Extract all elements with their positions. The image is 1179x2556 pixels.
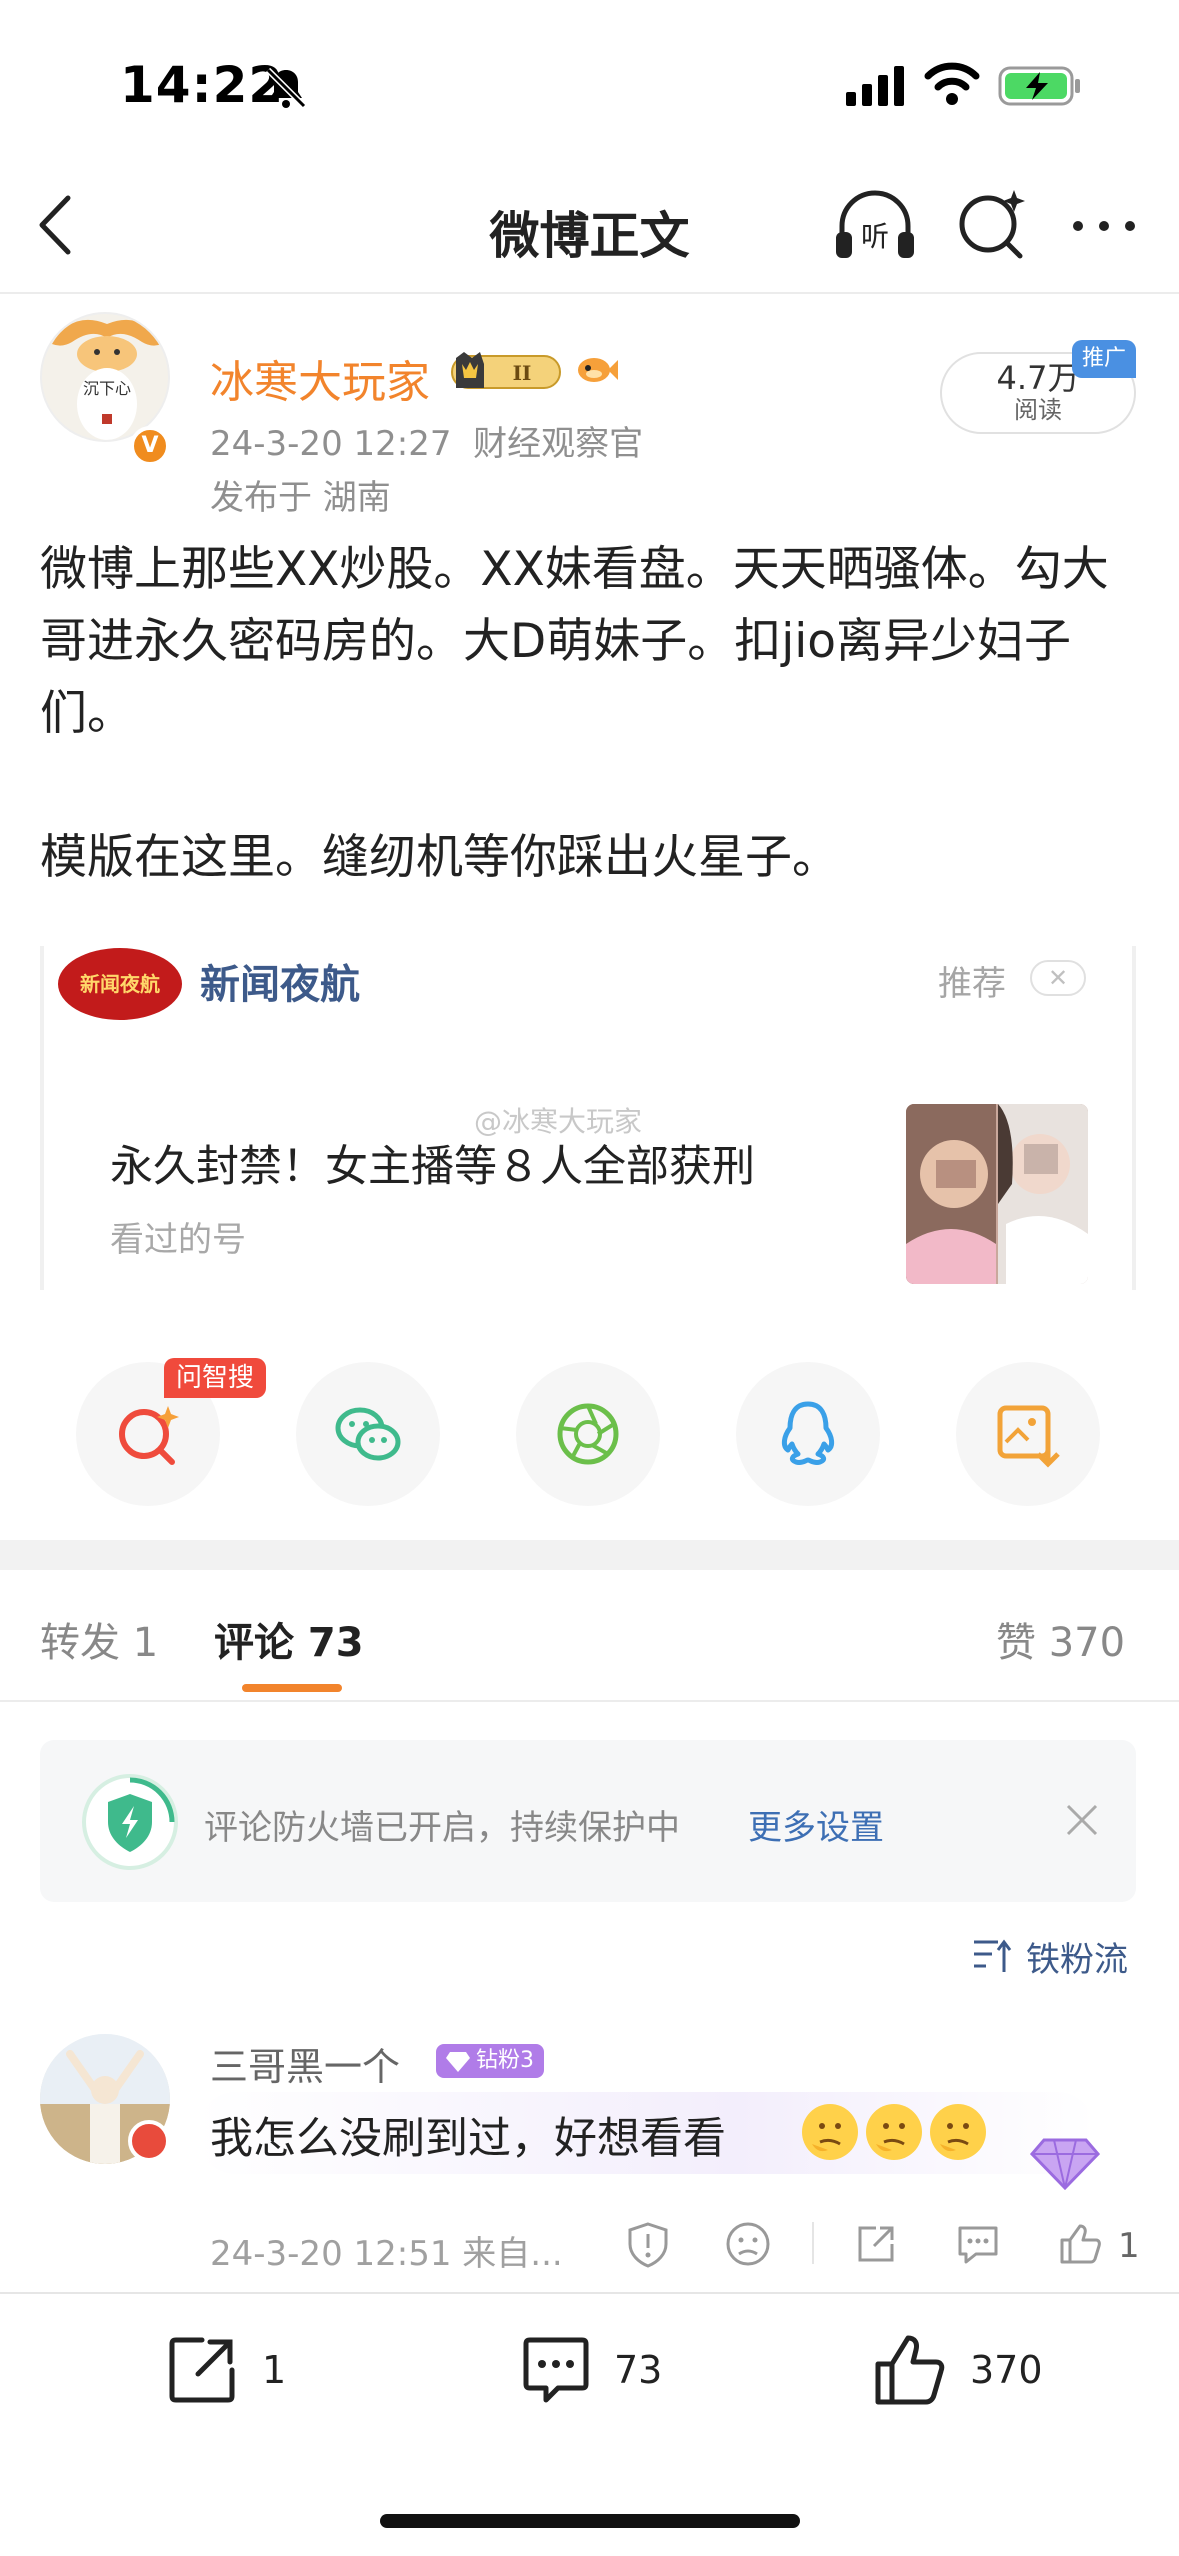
save-image-share-button[interactable] bbox=[956, 1362, 1100, 1506]
action-separator bbox=[812, 2222, 814, 2264]
section-divider bbox=[0, 1540, 1179, 1570]
fish-badge-icon bbox=[578, 358, 618, 382]
comment-count: 73 bbox=[614, 2348, 663, 2392]
comment-icon[interactable] bbox=[516, 2330, 596, 2410]
fan-badge: 钻粉3 bbox=[436, 2044, 544, 2078]
tabs-divider bbox=[0, 1700, 1179, 1702]
ask-tag: 问智搜 bbox=[164, 1358, 267, 1398]
read-label: 阅读 bbox=[1014, 396, 1062, 424]
close-icon: ✕ bbox=[1047, 964, 1069, 992]
cellular-signal-icon bbox=[846, 66, 904, 106]
reply-icon[interactable] bbox=[954, 2220, 1002, 2268]
verified-badge-icon: V bbox=[130, 426, 170, 466]
battery-charging-icon bbox=[998, 66, 1080, 106]
tab-reposts[interactable]: 转发 1 bbox=[40, 1610, 158, 1668]
shield-icon bbox=[82, 1774, 178, 1870]
recommend-label: 推荐 bbox=[938, 964, 1006, 1004]
news-logo: 新闻夜航 bbox=[58, 948, 182, 1020]
member-level-text: II bbox=[513, 361, 532, 385]
news-subtitle: 看过的号 bbox=[110, 1220, 246, 1260]
lion-avatar-icon: 沉下心 bbox=[52, 319, 162, 440]
tab-comments[interactable]: 评论 73 bbox=[214, 1610, 364, 1668]
listen-button[interactable]: 听 bbox=[832, 186, 918, 266]
commenter-name[interactable]: 三哥黑一个 bbox=[210, 2036, 400, 2091]
repost-icon[interactable] bbox=[852, 2220, 900, 2268]
post-location: 发布于 湖南 bbox=[210, 478, 391, 518]
like-icon[interactable] bbox=[870, 2330, 950, 2410]
dismiss-recommend-button[interactable]: ✕ bbox=[1030, 960, 1086, 996]
thinking-emoji-icon bbox=[802, 2104, 858, 2160]
nav-divider bbox=[0, 292, 1179, 294]
post-meta: 24-3-20 12:27 财经观察官 bbox=[210, 416, 643, 465]
more-settings-link[interactable]: 更多设置 bbox=[748, 1800, 884, 1849]
listen-label: 听 bbox=[861, 220, 889, 253]
search-icon[interactable] bbox=[952, 184, 1032, 264]
author-name[interactable]: 冰寒大玩家 bbox=[210, 346, 430, 410]
member-level-badge-icon: II bbox=[451, 352, 561, 389]
post-source[interactable]: 财经观察官 bbox=[473, 424, 643, 464]
bottom-bar-divider bbox=[0, 2292, 1179, 2294]
diamond-gem-icon bbox=[1030, 2138, 1100, 2190]
like-count: 370 bbox=[970, 2348, 1043, 2392]
silent-bell-icon bbox=[265, 67, 307, 109]
author-avatar[interactable]: 沉下心 bbox=[40, 312, 170, 442]
home-indicator[interactable] bbox=[380, 2514, 800, 2528]
promo-tag: 推广 bbox=[1072, 340, 1136, 378]
qq-share-button[interactable] bbox=[736, 1362, 880, 1506]
avatar-text: 沉下心 bbox=[83, 379, 131, 398]
wifi-icon bbox=[924, 62, 980, 105]
dislike-face-icon[interactable] bbox=[724, 2220, 772, 2268]
diamond-icon bbox=[446, 2052, 470, 2072]
post-timestamp: 24-3-20 12:27 bbox=[210, 424, 452, 464]
news-headline[interactable]: 永久封禁！女主播等８人全部获刑 bbox=[110, 1132, 755, 1194]
save-image-icon bbox=[997, 1405, 1060, 1468]
thinking-emoji-icon bbox=[930, 2104, 986, 2160]
comment-meta: 24-3-20 12:51 来自... bbox=[210, 2234, 563, 2274]
tab-likes[interactable]: 赞 370 bbox=[996, 1610, 1125, 1668]
sort-label[interactable]: 铁粉流 bbox=[1026, 1932, 1128, 1981]
comment-like-count: 1 bbox=[1118, 2226, 1140, 2266]
like-icon[interactable] bbox=[1056, 2220, 1104, 2268]
post-body: 微博上那些XX炒股。XX妹看盘。天天晒骚体。勾大哥进永久密码房的。大D萌妹子。扣… bbox=[40, 534, 1150, 966]
qq-penguin-icon bbox=[781, 1401, 835, 1466]
moments-aperture-icon bbox=[557, 1403, 619, 1465]
sort-icon[interactable] bbox=[970, 1934, 1014, 1978]
post-body-paragraph-2: 模版在这里。缝纫机等你踩出火星子。 bbox=[40, 830, 839, 885]
ai-search-icon bbox=[119, 1406, 179, 1465]
thumbnail-image-icon bbox=[906, 1104, 1088, 1284]
commenter-badge-icon bbox=[128, 2120, 170, 2162]
repost-count: 1 bbox=[262, 2348, 287, 2392]
moments-share-button[interactable] bbox=[516, 1362, 660, 1506]
repost-icon[interactable] bbox=[162, 2330, 242, 2410]
status-time: 14:22 bbox=[120, 56, 285, 114]
news-account-name[interactable]: 新闻夜航 bbox=[200, 952, 360, 1010]
comment-text[interactable]: 我怎么没刷到过，好想看看 bbox=[210, 2104, 726, 2166]
wechat-icon bbox=[335, 1407, 401, 1461]
news-thumbnail[interactable] bbox=[906, 1104, 1088, 1284]
wechat-share-button[interactable] bbox=[296, 1362, 440, 1506]
headphones-icon: 听 bbox=[836, 190, 914, 258]
post-body-paragraph-1: 微博上那些XX炒股。XX妹看盘。天天晒骚体。勾大哥进永久密码房的。大D萌妹子。扣… bbox=[40, 542, 1109, 741]
more-options-icon[interactable] bbox=[1066, 196, 1142, 256]
close-icon[interactable] bbox=[1062, 1800, 1102, 1840]
firewall-status-text: 评论防火墙已开启，持续保护中 bbox=[204, 1808, 680, 1848]
active-tab-indicator bbox=[242, 1684, 342, 1692]
report-icon[interactable] bbox=[624, 2220, 672, 2268]
fan-badge-label: 钻粉3 bbox=[476, 2048, 534, 2073]
thinking-emoji-icon bbox=[866, 2104, 922, 2160]
